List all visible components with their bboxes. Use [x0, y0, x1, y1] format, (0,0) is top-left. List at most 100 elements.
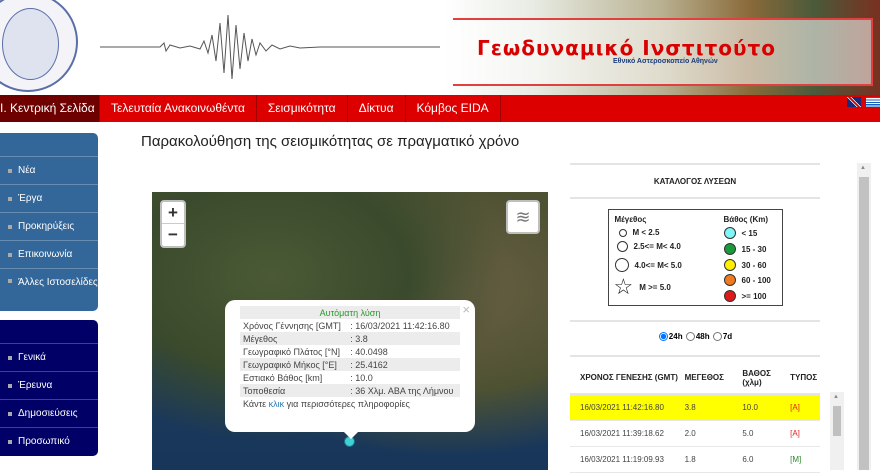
period-24h-radio[interactable]	[658, 332, 668, 342]
legend-label: M < 2.5	[632, 228, 660, 237]
layers-icon[interactable]: ≋	[506, 200, 540, 234]
popup-close-button[interactable]: ×	[462, 302, 470, 317]
cell-depth: 10.0	[742, 403, 758, 413]
sidebar-item-other-sites[interactable]: Άλλες Ιστοσελίδες	[0, 269, 98, 311]
cell-time: 16/03/2021 11:19:09.93	[580, 455, 664, 465]
nav-eida[interactable]: Κόμβος EIDA	[406, 95, 501, 122]
star-icon: ☆	[613, 274, 634, 299]
sidebar-item-contact[interactable]: Επικοινωνία	[0, 241, 98, 269]
sidebar-menu-general: Νέα Έργα Προκηρύξεις Επικοινωνία Άλλες Ι…	[0, 133, 98, 311]
detail-value: : 40.0498	[350, 346, 388, 357]
sidebar-item-general[interactable]: Γενικά	[0, 344, 98, 372]
popup-heading: Αυτόματη λύση	[240, 306, 460, 319]
header-banner: Γεωδυναμικό Ινστιτούτο Εθνικό Αστεροσκοπ…	[445, 0, 880, 95]
period-label: 24h	[668, 332, 683, 341]
period-label: 48h	[695, 332, 710, 341]
more-info-link[interactable]: κλικ	[269, 399, 285, 409]
detail-label: Μέγεθος	[240, 332, 348, 345]
cell-time: 16/03/2021 11:42:16.80	[580, 403, 664, 413]
english-flag-icon[interactable]	[847, 97, 861, 107]
catalog-title: ΚΑΤΑΛΟΓΟΣ ΛΥΣΕΩΝ	[653, 177, 737, 186]
detail-value: : 3.8	[347, 332, 460, 345]
table-row[interactable]: 16/03/2021 11:42:16.80 3.8 10.0 [A]	[570, 395, 820, 422]
cell-time: 16/03/2021 11:39:18.62	[580, 429, 664, 439]
detail-label: Γεωγραφικό Πλάτος [°N]	[243, 346, 340, 357]
small-circle-icon	[618, 228, 627, 237]
cell-magnitude: 1.8	[684, 455, 696, 465]
sidebar-menu-institute: Γενικά Έρευνα Δημοσιεύσεις Προσωπικό	[0, 320, 98, 456]
table-row[interactable]: 16/03/2021 11:39:18.62 2.0 5.0 [A]	[570, 421, 820, 448]
nav-seismicity[interactable]: Σεισμικότητα	[257, 95, 348, 122]
cell-type: [M]	[790, 455, 802, 465]
column-header-type[interactable]: ΤΥΠΟΣ	[790, 373, 820, 382]
nav-home[interactable]: Ι. Κεντρική Σελίδα	[0, 95, 100, 122]
detail-value: : 36 Χλμ. ΑΒΑ της Λήμνου	[347, 384, 460, 397]
earthquake-popup: × Αυτόματη λύση Χρόνος Γέννησης [GMT] : 1…	[225, 300, 475, 439]
large-circle-icon	[614, 258, 629, 272]
legend-label: 30 - 60	[741, 260, 767, 270]
main-nav: Ι. Κεντρική Σελίδα Τελευταία Ανακοινωθέν…	[0, 95, 880, 122]
legend-label: 60 - 100	[741, 275, 771, 285]
depth-color-icon	[723, 227, 736, 239]
detail-label: Χρόνος Γέννησης [GMT]	[243, 320, 341, 331]
column-header-time[interactable]: ΧΡΟΝΟΣ ΓΕΝΕΣΗΣ (GMT)	[580, 373, 685, 382]
table-row[interactable]: 16/03/2021 11:19:09.93 1.8 6.0 [M]	[570, 447, 820, 473]
panel-scrollbar[interactable]: ▲	[857, 163, 871, 470]
sidebar-item-publications[interactable]: Δημοσιεύσεις	[0, 400, 98, 428]
solutions-catalog: ΚΑΤΑΛΟΓΟΣ ΛΥΣΕΩΝ Μέγεθος Βάθος (Km) M < …	[570, 163, 820, 473]
more-info-text: Κάντε	[243, 398, 269, 409]
sidebar-item-projects[interactable]: Έργα	[0, 185, 98, 213]
greek-flag-icon[interactable]	[866, 97, 880, 107]
cell-magnitude: 2.0	[684, 429, 696, 439]
observatory-logo[interactable]	[0, 0, 78, 92]
map-legend: Μέγεθος Βάθος (Km) M < 2.5 2.5<= M< 4.0 …	[607, 209, 783, 306]
depth-color-icon	[723, 243, 736, 255]
depth-color-icon	[723, 259, 736, 271]
legend-depth-title: Βάθος (Km)	[723, 215, 769, 224]
legend-label: >= 100	[741, 291, 767, 301]
legend-label: < 15	[741, 228, 758, 238]
cell-type: [A]	[790, 429, 800, 439]
cell-depth: 5.0	[742, 429, 754, 439]
table-header: ΧΡΟΝΟΣ ΓΕΝΕΣΗΣ (GMT) ΜΕΓΕΘΟΣ ΒΑΘΟΣ (χλμ)…	[570, 357, 820, 396]
more-info-text: για περισσότερες πληροφορίες	[284, 398, 410, 409]
detail-label: Γεωγραφικό Μήκος [°E]	[240, 358, 348, 371]
column-header-depth[interactable]: ΒΑΘΟΣ (χλμ)	[742, 369, 790, 387]
legend-label: M >= 5.0	[639, 282, 671, 292]
depth-color-icon	[723, 290, 736, 302]
language-switcher	[847, 97, 880, 107]
legend-label: 15 - 30	[741, 244, 767, 254]
sidebar-item-research[interactable]: Έρευνα	[0, 372, 98, 400]
sidebar-item-news[interactable]: Νέα	[0, 157, 98, 185]
detail-value: : 10.0	[350, 372, 373, 383]
popup-details: Αυτόματη λύση Χρόνος Γέννησης [GMT] : 16/…	[240, 306, 460, 410]
site-header: Γεωδυναμικό Ινστιτούτο Εθνικό Αστεροσκοπ…	[0, 0, 880, 95]
institute-title: Γεωδυναμικό Ινστιτούτο	[477, 36, 777, 60]
sidebar-item-staff[interactable]: Προσωπικό	[0, 428, 98, 456]
period-selector: 24h 48h 7d	[570, 322, 820, 355]
zoom-control: + −	[160, 200, 186, 248]
table-scrollbar[interactable]: ▲	[830, 392, 844, 470]
events-table: ΧΡΟΝΟΣ ΓΕΝΕΣΗΣ (GMT) ΜΕΓΕΘΟΣ ΒΑΘΟΣ (χλμ)…	[570, 357, 820, 473]
depth-color-icon	[723, 274, 736, 286]
nav-announcements[interactable]: Τελευταία Ανακοινωθέντα	[100, 95, 257, 122]
period-7d-radio[interactable]	[712, 332, 722, 342]
institute-subtitle: Εθνικό Αστεροσκοπείο Αθηνών	[613, 58, 718, 65]
period-48h-radio[interactable]	[685, 332, 695, 342]
cell-depth: 6.0	[742, 455, 754, 465]
page-title: Παρακολούθηση της σεισμικότητας σε πραγμ…	[141, 133, 520, 150]
detail-value: : 25.4162	[347, 358, 460, 371]
cell-type: [A]	[790, 403, 800, 413]
zoom-in-button[interactable]: +	[162, 202, 184, 224]
legend-magnitude-title: Μέγεθος	[614, 215, 647, 224]
legend-label: 2.5<= M< 4.0	[633, 242, 681, 251]
period-label: 7d	[722, 332, 733, 341]
nav-networks[interactable]: Δίκτυα	[348, 95, 406, 122]
seismogram-graphic	[100, 14, 440, 80]
sidebar-item-announcements[interactable]: Προκηρύξεις	[0, 213, 98, 241]
detail-value: : 16/03/2021 11:42:16.80	[350, 320, 450, 331]
medium-circle-icon	[616, 241, 628, 252]
column-header-magnitude[interactable]: ΜΕΓΕΘΟΣ	[685, 373, 743, 382]
zoom-out-button[interactable]: −	[162, 224, 184, 246]
detail-label: Εστιακό Βάθος [km]	[243, 372, 323, 383]
